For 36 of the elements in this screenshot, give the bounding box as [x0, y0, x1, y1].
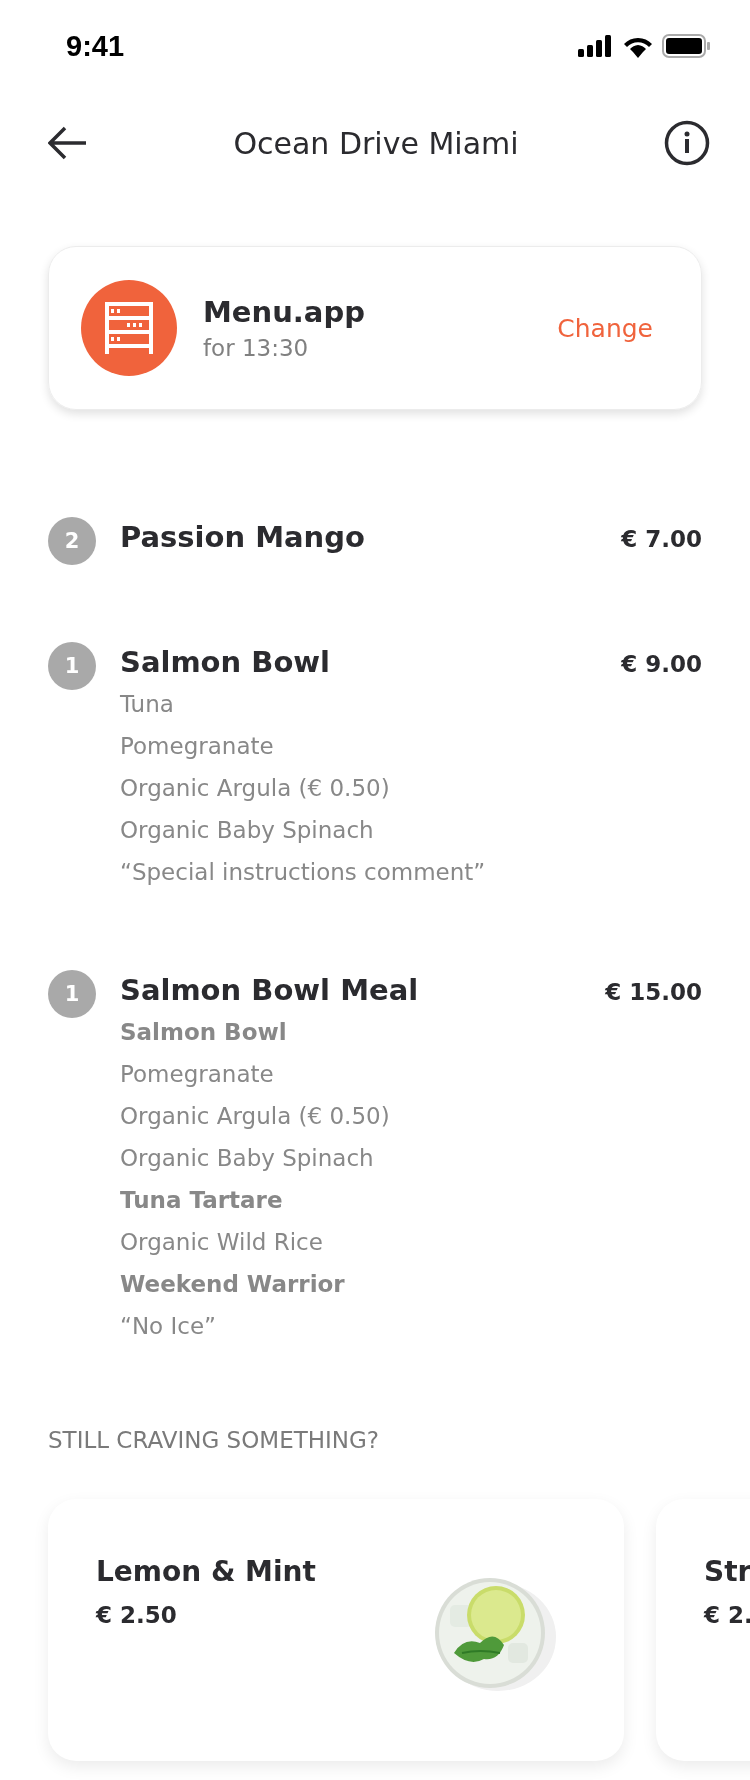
pickup-time: for 13:30 [203, 335, 310, 361]
signal-icon [578, 35, 614, 57]
product-name: Lemon & Mint [96, 1555, 317, 1588]
shelf-icon [81, 280, 177, 376]
item-price: € 7.00 [621, 526, 702, 552]
item-price: € 15.00 [605, 979, 702, 1005]
item-option: “Special instructions comment” [120, 851, 702, 893]
suggestion-card[interactable]: Lemon & Mint € 2.50 [48, 1499, 624, 1761]
item-option: Pomegranate [120, 1053, 702, 1095]
item-name: Salmon Bowl [120, 645, 331, 679]
battery-icon [662, 34, 710, 58]
product-price: € 2.50 [96, 1602, 178, 1628]
venue-name: Menu.app [203, 295, 366, 329]
section-title: STILL CRAVING SOMETHING? [48, 1427, 381, 1453]
component-name: Weekend Warrior [120, 1270, 346, 1299]
page-title: Ocean Drive Miami [233, 125, 519, 161]
item-option: Organic Wild Rice [120, 1221, 702, 1263]
item-option: Pomegranate [120, 725, 702, 767]
quantity-badge: 2 [48, 517, 96, 565]
item-option: Organic Baby Spinach [120, 1137, 702, 1179]
back-icon[interactable] [48, 126, 88, 160]
item-option: Tuna [120, 683, 702, 725]
quantity-badge: 1 [48, 642, 96, 690]
info-icon[interactable] [664, 120, 710, 166]
item-option: Organic Baby Spinach [120, 809, 702, 851]
component-name: Tuna Tartare [120, 1186, 284, 1215]
item-option: “No Ice” [120, 1305, 702, 1347]
product-price: € 2. [704, 1602, 750, 1628]
quantity-badge: 1 [48, 970, 96, 1018]
item-price: € 9.00 [621, 651, 702, 677]
item-name: Passion Mango [120, 520, 365, 554]
item-option: Organic Argula (€ 0.50) [120, 1095, 702, 1137]
status-time: 9:41 [66, 29, 125, 63]
item-option: Organic Argula (€ 0.50) [120, 767, 702, 809]
item-name: Salmon Bowl Meal [120, 973, 419, 1007]
component-name: Salmon Bowl [120, 1018, 288, 1047]
